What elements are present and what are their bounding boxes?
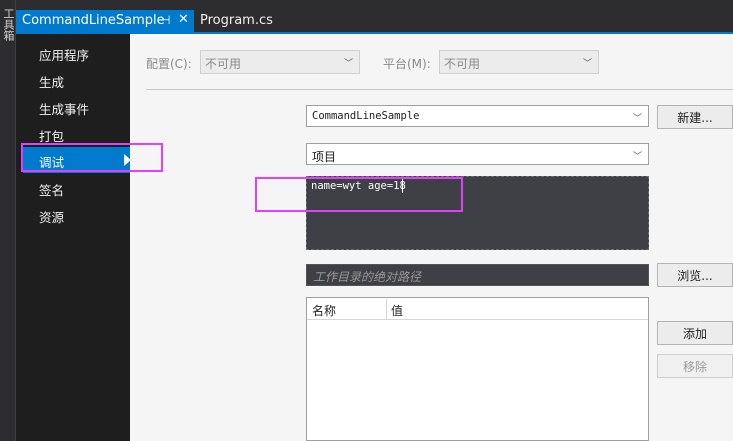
- pin-icon[interactable]: ⊣: [160, 13, 170, 27]
- chevron-down-icon: ﹀: [343, 59, 353, 69]
- chevron-down-icon: ﹀: [582, 59, 592, 69]
- working-directory-placeholder: 工作目录的绝对路径: [313, 270, 422, 284]
- sidebar-item-resources[interactable]: 资源: [16, 202, 130, 228]
- column-header-value[interactable]: 值: [391, 302, 403, 319]
- tab-program-cs[interactable]: Program.cs: [200, 13, 273, 28]
- toolbox-label-text: 工具箱: [2, 8, 15, 41]
- launch-value: 项目: [312, 150, 337, 164]
- sidebar-item-label: 生成事件: [39, 102, 90, 117]
- remove-button[interactable]: 移除: [657, 354, 733, 378]
- launch-select[interactable]: 项目 ﹀: [306, 143, 649, 165]
- chevron-down-icon: ﹀: [632, 114, 642, 124]
- close-icon[interactable]: ✕: [178, 12, 189, 27]
- config-label: 配置(C):: [146, 57, 192, 71]
- sidebar-item-build[interactable]: 生成: [16, 67, 130, 93]
- sidebar-item-label: 资源: [39, 210, 65, 225]
- tab-program-label: Program.cs: [200, 13, 273, 28]
- config-select: 不可用 ﹀: [200, 50, 360, 74]
- platform-label: 平台(M):: [383, 57, 431, 71]
- sidebar-item-label: 生成: [39, 75, 65, 90]
- platform-select: 不可用 ﹀: [439, 50, 599, 74]
- environment-variables-header: [307, 298, 648, 320]
- column-header-name[interactable]: 名称: [312, 302, 336, 319]
- platform-value: 不可用: [444, 57, 481, 71]
- browse-button[interactable]: 浏览...: [657, 263, 733, 287]
- profile-value: CommandLineSample: [312, 110, 420, 122]
- new-profile-button[interactable]: 新建...: [657, 105, 733, 129]
- sidebar-item-build-events[interactable]: 生成事件: [16, 94, 130, 120]
- browse-button-label: 浏览...: [677, 269, 713, 283]
- chevron-down-icon: ﹀: [632, 152, 642, 162]
- sidebar-item-application[interactable]: 应用程序: [16, 40, 130, 66]
- divider: [146, 89, 733, 90]
- column-separator[interactable]: [386, 299, 387, 319]
- profile-select[interactable]: CommandLineSample ﹀: [306, 105, 649, 127]
- add-button[interactable]: 添加: [657, 321, 733, 345]
- sidebar-item-label: 签名: [39, 183, 65, 198]
- tab-commandlinesample[interactable]: CommandLineSample ⊣ ✕: [16, 10, 194, 32]
- remove-button-label: 移除: [682, 360, 707, 374]
- working-directory-input[interactable]: 工作目录的绝对路径: [306, 264, 649, 286]
- toolbox-label[interactable]: 工具箱: [0, 8, 16, 44]
- annotation-highlight-arguments: [255, 177, 463, 212]
- toolbox-strip[interactable]: [0, 0, 16, 441]
- new-profile-button-label: 新建...: [677, 111, 713, 125]
- sidebar-item-signing[interactable]: 签名: [16, 175, 130, 201]
- add-button-label: 添加: [682, 327, 707, 341]
- tab-active-label: CommandLineSample: [22, 13, 165, 28]
- sidebar-item-label: 应用程序: [39, 48, 90, 63]
- sidebar-item-label: 打包: [39, 129, 65, 144]
- config-value: 不可用: [205, 57, 242, 71]
- annotation-highlight-debug: [21, 143, 163, 172]
